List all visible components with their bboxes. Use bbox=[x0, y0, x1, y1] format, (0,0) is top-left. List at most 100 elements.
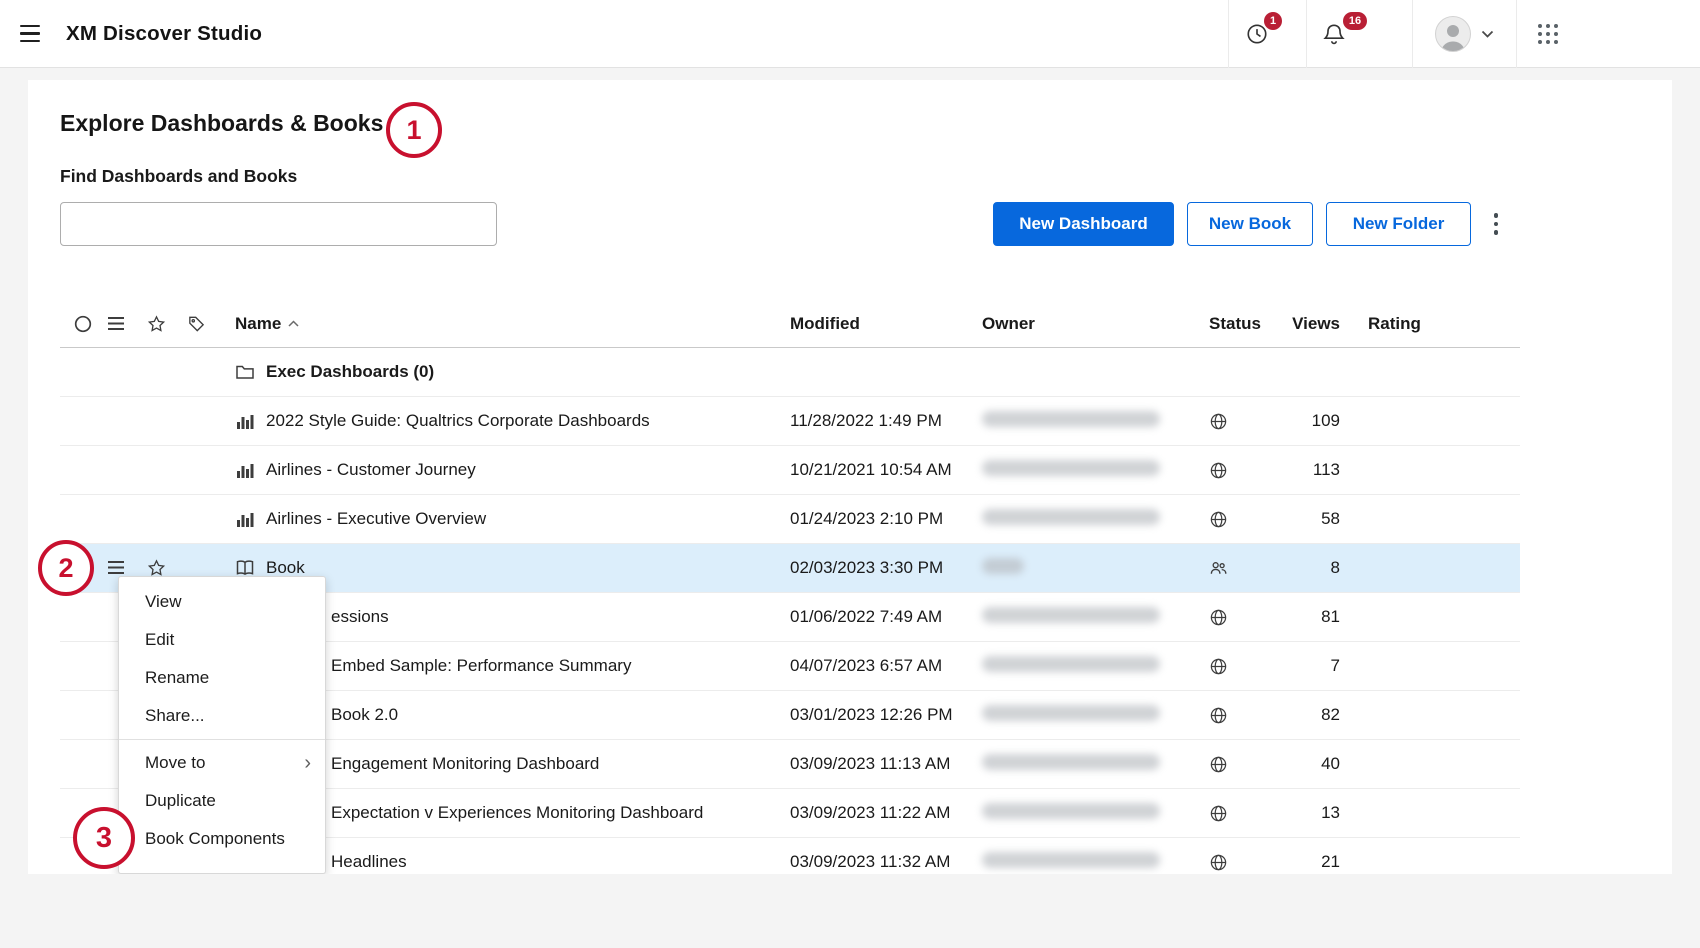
modified-header[interactable]: Modified bbox=[790, 314, 982, 334]
row-name[interactable]: Book 2.0 bbox=[331, 705, 398, 725]
content-card: Explore Dashboards & Books Find Dashboar… bbox=[28, 80, 1672, 874]
folder-row[interactable]: Exec Dashboards (0) bbox=[60, 348, 1520, 397]
row-name[interactable]: Expectation v Experiences Monitoring Das… bbox=[331, 803, 703, 823]
row-views: 82 bbox=[1285, 705, 1340, 725]
dashboard-icon bbox=[235, 460, 255, 480]
row-name[interactable]: 2022 Style Guide: Qualtrics Corporate Da… bbox=[266, 411, 650, 431]
row-owner bbox=[982, 509, 1189, 530]
new-dashboard-button[interactable]: New Dashboard bbox=[993, 202, 1174, 246]
row-name[interactable]: Engagement Monitoring Dashboard bbox=[331, 754, 599, 774]
row-owner bbox=[982, 705, 1189, 726]
reorder-lines-icon[interactable] bbox=[108, 317, 126, 331]
row-name[interactable]: Embed Sample: Performance Summary bbox=[331, 656, 631, 676]
public-globe-icon bbox=[1209, 412, 1228, 431]
folder-icon bbox=[235, 362, 255, 382]
context-menu-item[interactable]: Edit bbox=[119, 621, 325, 659]
context-menu-item[interactable]: View bbox=[119, 583, 325, 621]
new-folder-button[interactable]: New Folder bbox=[1326, 202, 1471, 246]
row-modified: 03/09/2023 11:22 AM bbox=[790, 803, 982, 823]
row-owner-redacted bbox=[982, 803, 1160, 819]
row-star-icon[interactable] bbox=[147, 559, 166, 578]
page-title: Explore Dashboards & Books bbox=[60, 110, 383, 137]
public-globe-icon bbox=[1209, 657, 1228, 676]
context-menu-item[interactable]: Share... bbox=[119, 697, 325, 735]
row-menu-icon[interactable] bbox=[108, 561, 126, 575]
row-modified: 01/06/2022 7:49 AM bbox=[790, 607, 982, 627]
context-menu-item[interactable]: Duplicate bbox=[119, 782, 325, 820]
apps-grid-button[interactable] bbox=[1530, 0, 1566, 68]
row-owner bbox=[982, 656, 1189, 677]
row-views: 58 bbox=[1285, 509, 1340, 529]
topbar-divider bbox=[1516, 0, 1517, 68]
row-owner bbox=[982, 754, 1189, 775]
row-views: 7 bbox=[1285, 656, 1340, 676]
row-views: 8 bbox=[1285, 558, 1340, 578]
bell-icon bbox=[1322, 22, 1346, 46]
row-modified: 11/28/2022 1:49 PM bbox=[790, 411, 982, 431]
row-name[interactable]: essions bbox=[331, 607, 389, 627]
favorite-star-icon[interactable] bbox=[147, 314, 166, 333]
row-name[interactable]: Headlines bbox=[331, 852, 407, 872]
row-views: 109 bbox=[1285, 411, 1340, 431]
row-status bbox=[1189, 608, 1285, 627]
row-views: 113 bbox=[1285, 460, 1340, 480]
row-name[interactable]: Airlines - Executive Overview bbox=[266, 509, 486, 529]
context-menu-item[interactable]: Book Components bbox=[119, 820, 325, 858]
row-name[interactable]: Airlines - Customer Journey bbox=[266, 460, 476, 480]
table-row[interactable]: Airlines - Executive Overview 01/24/2023… bbox=[60, 495, 1520, 544]
avatar bbox=[1435, 16, 1471, 52]
row-owner-redacted bbox=[982, 754, 1160, 770]
public-globe-icon bbox=[1209, 608, 1228, 627]
annotation-circle-1: 1 bbox=[386, 102, 442, 158]
app-title: XM Discover Studio bbox=[66, 0, 262, 68]
status-header[interactable]: Status bbox=[1189, 314, 1285, 334]
row-owner bbox=[982, 460, 1189, 481]
waffle-grid-icon bbox=[1538, 24, 1558, 44]
row-owner-redacted bbox=[982, 411, 1160, 427]
row-owner-redacted bbox=[982, 852, 1160, 868]
annotation-circle-3: 3 bbox=[73, 807, 135, 869]
row-status bbox=[1189, 461, 1285, 480]
new-book-button[interactable]: New Book bbox=[1187, 202, 1313, 246]
context-menu-item[interactable]: Rename bbox=[119, 659, 325, 697]
row-views: 40 bbox=[1285, 754, 1340, 774]
row-owner-redacted bbox=[982, 509, 1160, 525]
dashboard-icon bbox=[235, 411, 255, 431]
table-header: Name Modified Owner Status Views Rating bbox=[60, 300, 1520, 348]
annotation-circle-2: 2 bbox=[38, 540, 94, 596]
table-row[interactable]: 2022 Style Guide: Qualtrics Corporate Da… bbox=[60, 397, 1520, 446]
alerts-button[interactable]: 1 bbox=[1233, 0, 1281, 68]
owner-header[interactable]: Owner bbox=[982, 314, 1189, 334]
context-menu-item[interactable]: Move to › bbox=[119, 744, 325, 782]
row-owner bbox=[982, 852, 1189, 873]
topbar-divider bbox=[1306, 0, 1307, 68]
rating-header[interactable]: Rating bbox=[1340, 314, 1520, 334]
account-menu-button[interactable] bbox=[1424, 0, 1504, 68]
tag-icon[interactable] bbox=[187, 314, 206, 333]
menu-icon[interactable] bbox=[20, 23, 44, 45]
row-status bbox=[1189, 755, 1285, 774]
topbar: XM Discover Studio 1 16 bbox=[0, 0, 1700, 68]
dashboard-icon bbox=[235, 509, 255, 529]
select-circle-icon[interactable] bbox=[74, 315, 92, 333]
row-name[interactable]: Book bbox=[266, 558, 305, 578]
row-owner-redacted bbox=[982, 558, 1024, 574]
row-modified: 01/24/2023 2:10 PM bbox=[790, 509, 982, 529]
notifications-button[interactable]: 16 bbox=[1310, 0, 1358, 68]
topbar-divider bbox=[1412, 0, 1413, 68]
table-row[interactable]: Airlines - Customer Journey 10/21/2021 1… bbox=[60, 446, 1520, 495]
row-owner-redacted bbox=[982, 607, 1160, 623]
row-modified: 04/07/2023 6:57 AM bbox=[790, 656, 982, 676]
folder-name[interactable]: Exec Dashboards (0) bbox=[266, 362, 434, 382]
row-owner bbox=[982, 803, 1189, 824]
row-views: 13 bbox=[1285, 803, 1340, 823]
more-actions-button[interactable] bbox=[1484, 202, 1508, 246]
menu-divider bbox=[119, 739, 325, 740]
search-input[interactable] bbox=[60, 202, 497, 246]
views-header[interactable]: Views bbox=[1285, 314, 1340, 334]
book-icon bbox=[235, 558, 255, 578]
row-owner-redacted bbox=[982, 705, 1160, 721]
name-header[interactable]: Name bbox=[235, 314, 790, 334]
row-status bbox=[1189, 657, 1285, 676]
row-views: 21 bbox=[1285, 852, 1340, 872]
